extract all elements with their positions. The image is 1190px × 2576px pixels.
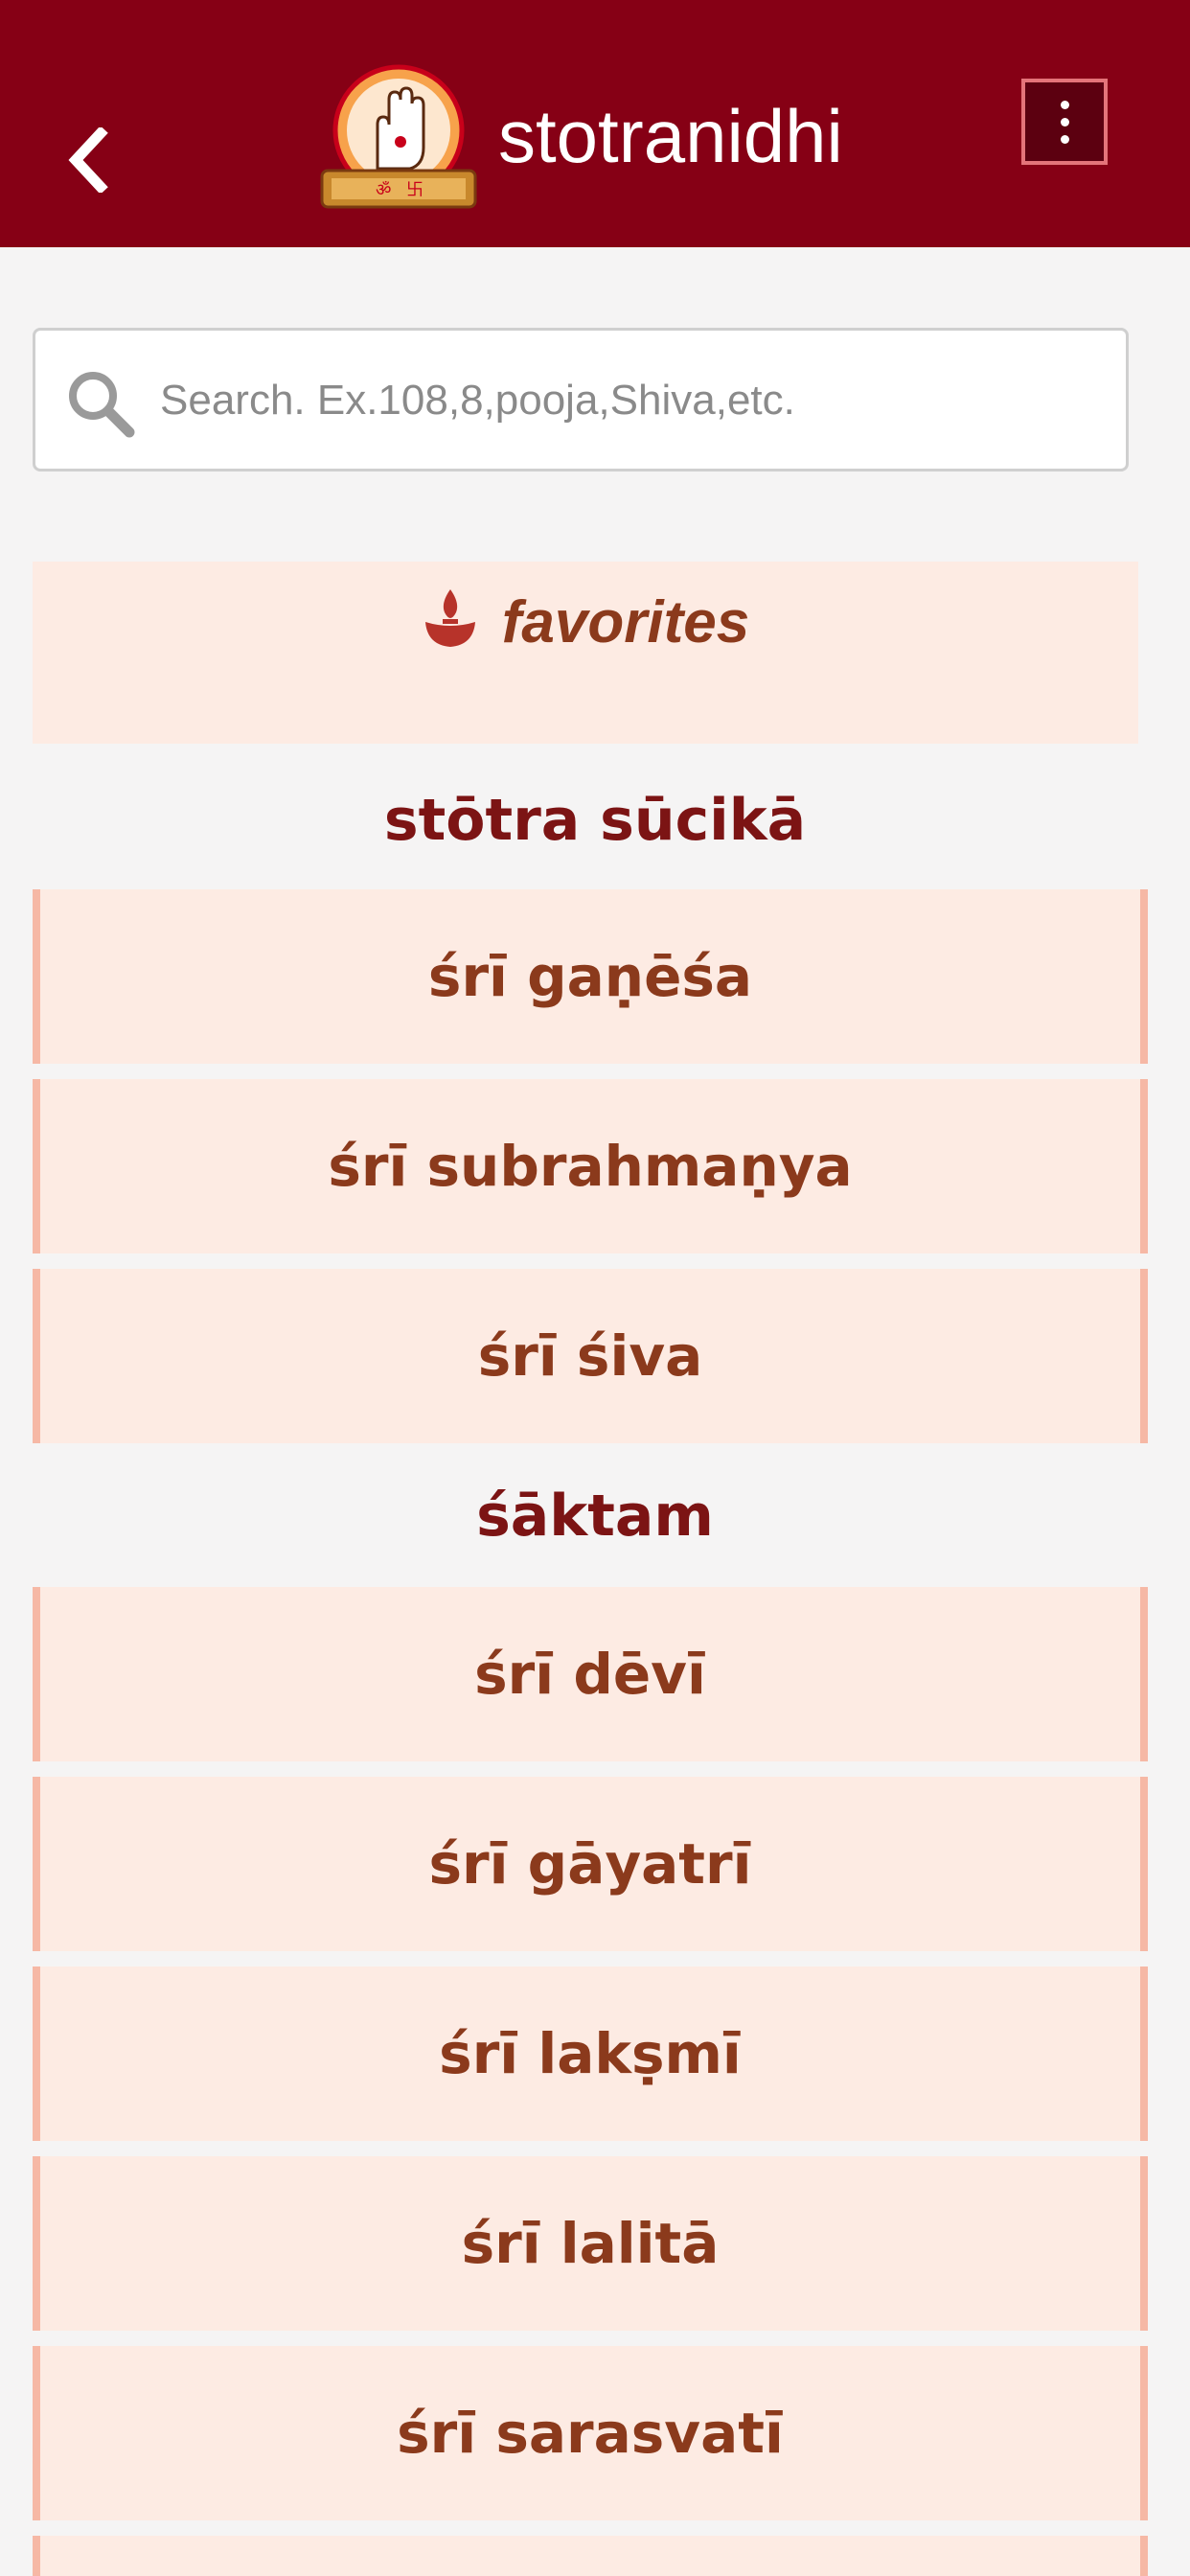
list-item-lalita[interactable]: śrī lalitā	[33, 2156, 1148, 2331]
list-item-label: śrī dēvī	[474, 1642, 706, 1707]
search-input[interactable]	[160, 359, 1099, 442]
list-item-devi[interactable]: śrī dēvī	[33, 1587, 1148, 1761]
list-item-subrahmanya[interactable]: śrī subrahmaṇya	[33, 1079, 1148, 1254]
list-item-label: śrī lalitā	[461, 2211, 720, 2276]
app-header: ॐ 卐 stotranidhi	[0, 0, 1190, 247]
list-item-label: śrī sarasvatī	[397, 2401, 784, 2466]
favorites-button[interactable]: favorites	[33, 562, 1138, 744]
list-item-label: śrī gāyatrī	[428, 1831, 752, 1897]
diya-lamp-icon	[424, 589, 475, 647]
list-item-ganesha[interactable]: śrī gaṇēśa	[33, 889, 1148, 1064]
kebab-menu-icon	[1060, 117, 1069, 126]
section-heading-stotra-sucika: stōtra sūcikā	[383, 787, 807, 854]
list-item-label: śrī lakṣmī	[439, 2021, 742, 2086]
overflow-menu-button[interactable]	[1021, 79, 1108, 165]
kebab-menu-icon	[1060, 100, 1069, 109]
list-item-gayatri[interactable]: śrī gāyatrī	[33, 1777, 1148, 1951]
list-item-shiva[interactable]: śrī śiva	[33, 1269, 1148, 1443]
list-item-label: śrī śiva	[477, 1323, 703, 1389]
svg-text:ॐ: ॐ	[376, 180, 391, 200]
list-item-label: śrī subrahmaṇya	[328, 1134, 853, 1199]
blessing-hand-logo: ॐ 卐	[320, 64, 477, 209]
search-box[interactable]	[33, 328, 1129, 472]
list-item-next-partial[interactable]	[33, 2536, 1148, 2576]
app-title: stotranidhi	[498, 94, 843, 178]
chevron-left-icon	[68, 127, 108, 193]
favorites-content: favorites	[422, 569, 749, 675]
back-button[interactable]	[54, 117, 121, 203]
section-heading-shaktam: śāktam	[476, 1483, 714, 1550]
kebab-menu-icon	[1060, 134, 1069, 144]
list-item-lakshmi[interactable]: śrī lakṣmī	[33, 1966, 1148, 2141]
svg-text:卐: 卐	[406, 180, 423, 200]
favorites-label: favorites	[501, 588, 750, 656]
list-item-sarasvati[interactable]: śrī sarasvatī	[33, 2346, 1148, 2520]
list-item-label: śrī gaṇēśa	[427, 944, 753, 1009]
search-icon	[69, 372, 135, 438]
